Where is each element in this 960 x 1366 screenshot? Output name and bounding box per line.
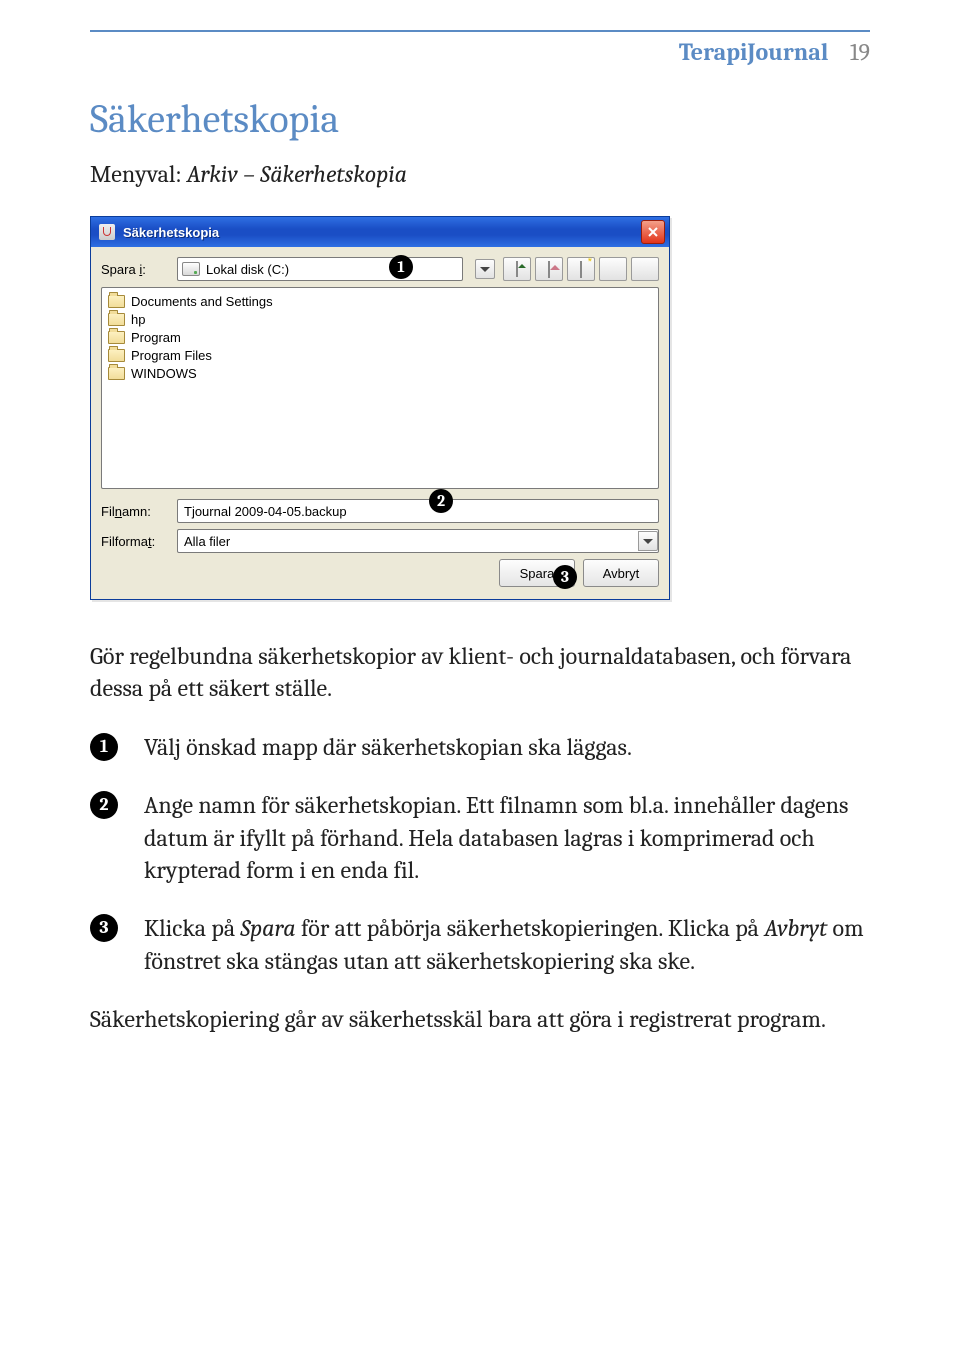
intro-paragraph: Gör regelbundna säkerhetskopior av klien… xyxy=(90,640,870,705)
filename-value: Tjournal 2009-04-05.backup xyxy=(184,504,347,519)
folder-icon xyxy=(108,331,125,344)
folder-icon xyxy=(108,349,125,362)
filename-label: Filnamn: xyxy=(101,504,169,519)
folder-icon xyxy=(108,367,125,380)
cancel-button[interactable]: Avbryt xyxy=(583,559,659,587)
menu-path-label: Menyval: xyxy=(90,160,187,188)
up-folder-button[interactable] xyxy=(503,257,531,281)
list-item[interactable]: Documents and Settings xyxy=(108,292,652,310)
fileformat-value: Alla filer xyxy=(184,534,638,549)
callout-badge-2: 2 xyxy=(429,489,453,513)
list-view-button[interactable] xyxy=(599,257,627,281)
fileformat-combo[interactable]: Alla filer xyxy=(177,529,659,553)
drive-icon xyxy=(182,262,200,276)
page-header: TerapiJournal 19 xyxy=(90,38,870,66)
step-bullet-2: 2 xyxy=(90,791,118,819)
dialog-body: Spara i: Lokal disk (C:) Documents and S… xyxy=(91,247,669,599)
home-icon xyxy=(548,262,550,277)
combo-dropdown-button[interactable] xyxy=(475,259,495,279)
step-list: 1 Välj önskad mapp där säkerhetskopian s… xyxy=(90,731,870,977)
header-page-number: 19 xyxy=(850,38,870,66)
up-folder-icon xyxy=(516,262,518,277)
menu-path: Menyval: Arkiv – Säkerhetskopia xyxy=(90,160,870,188)
fileformat-label: Filformat: xyxy=(101,534,169,549)
save-in-label: Spara i: xyxy=(101,262,169,277)
details-view-button[interactable] xyxy=(631,257,659,281)
folder-listbox[interactable]: Documents and Settings hp Program Progra… xyxy=(101,287,659,489)
footer-note: Säkerhetskopiering går av säkerhetsskäl … xyxy=(90,1003,870,1035)
close-icon[interactable] xyxy=(641,220,665,244)
save-dialog: Säkerhetskopia Spara i: Lokal disk (C:) xyxy=(90,216,670,600)
step-text-2: Ange namn för säkerhetskopian. Ett filna… xyxy=(144,789,870,886)
list-item[interactable]: Program Files xyxy=(108,346,652,364)
filename-input[interactable]: Tjournal 2009-04-05.backup xyxy=(177,499,659,523)
dialog-title: Säkerhetskopia xyxy=(123,225,641,240)
list-item[interactable]: WINDOWS xyxy=(108,364,652,382)
chevron-down-icon[interactable] xyxy=(638,531,658,551)
callout-badge-1: 1 xyxy=(389,255,413,279)
header-rule xyxy=(90,30,870,32)
java-cup-icon xyxy=(99,224,115,240)
new-folder-icon xyxy=(580,262,582,277)
folder-icon xyxy=(108,313,125,326)
step-text-1: Välj önskad mapp där säkerhetskopian ska… xyxy=(144,731,632,763)
step-bullet-3: 3 xyxy=(90,914,118,942)
save-in-value: Lokal disk (C:) xyxy=(206,262,458,277)
step-bullet-1: 1 xyxy=(90,733,118,761)
save-in-combo[interactable]: Lokal disk (C:) xyxy=(177,257,463,281)
section-heading: Säkerhetskopia xyxy=(90,96,870,142)
step-text-3: Klicka på Spara för att påbörja säkerhet… xyxy=(144,912,870,977)
list-item[interactable]: hp xyxy=(108,310,652,328)
folder-icon xyxy=(108,295,125,308)
new-folder-button[interactable] xyxy=(567,257,595,281)
list-item[interactable]: Program xyxy=(108,328,652,346)
header-title: TerapiJournal xyxy=(679,38,828,66)
menu-path-value: Arkiv – Säkerhetskopia xyxy=(187,160,407,188)
dialog-titlebar: Säkerhetskopia xyxy=(91,217,669,247)
callout-badge-3: 3 xyxy=(553,565,577,589)
home-button[interactable] xyxy=(535,257,563,281)
